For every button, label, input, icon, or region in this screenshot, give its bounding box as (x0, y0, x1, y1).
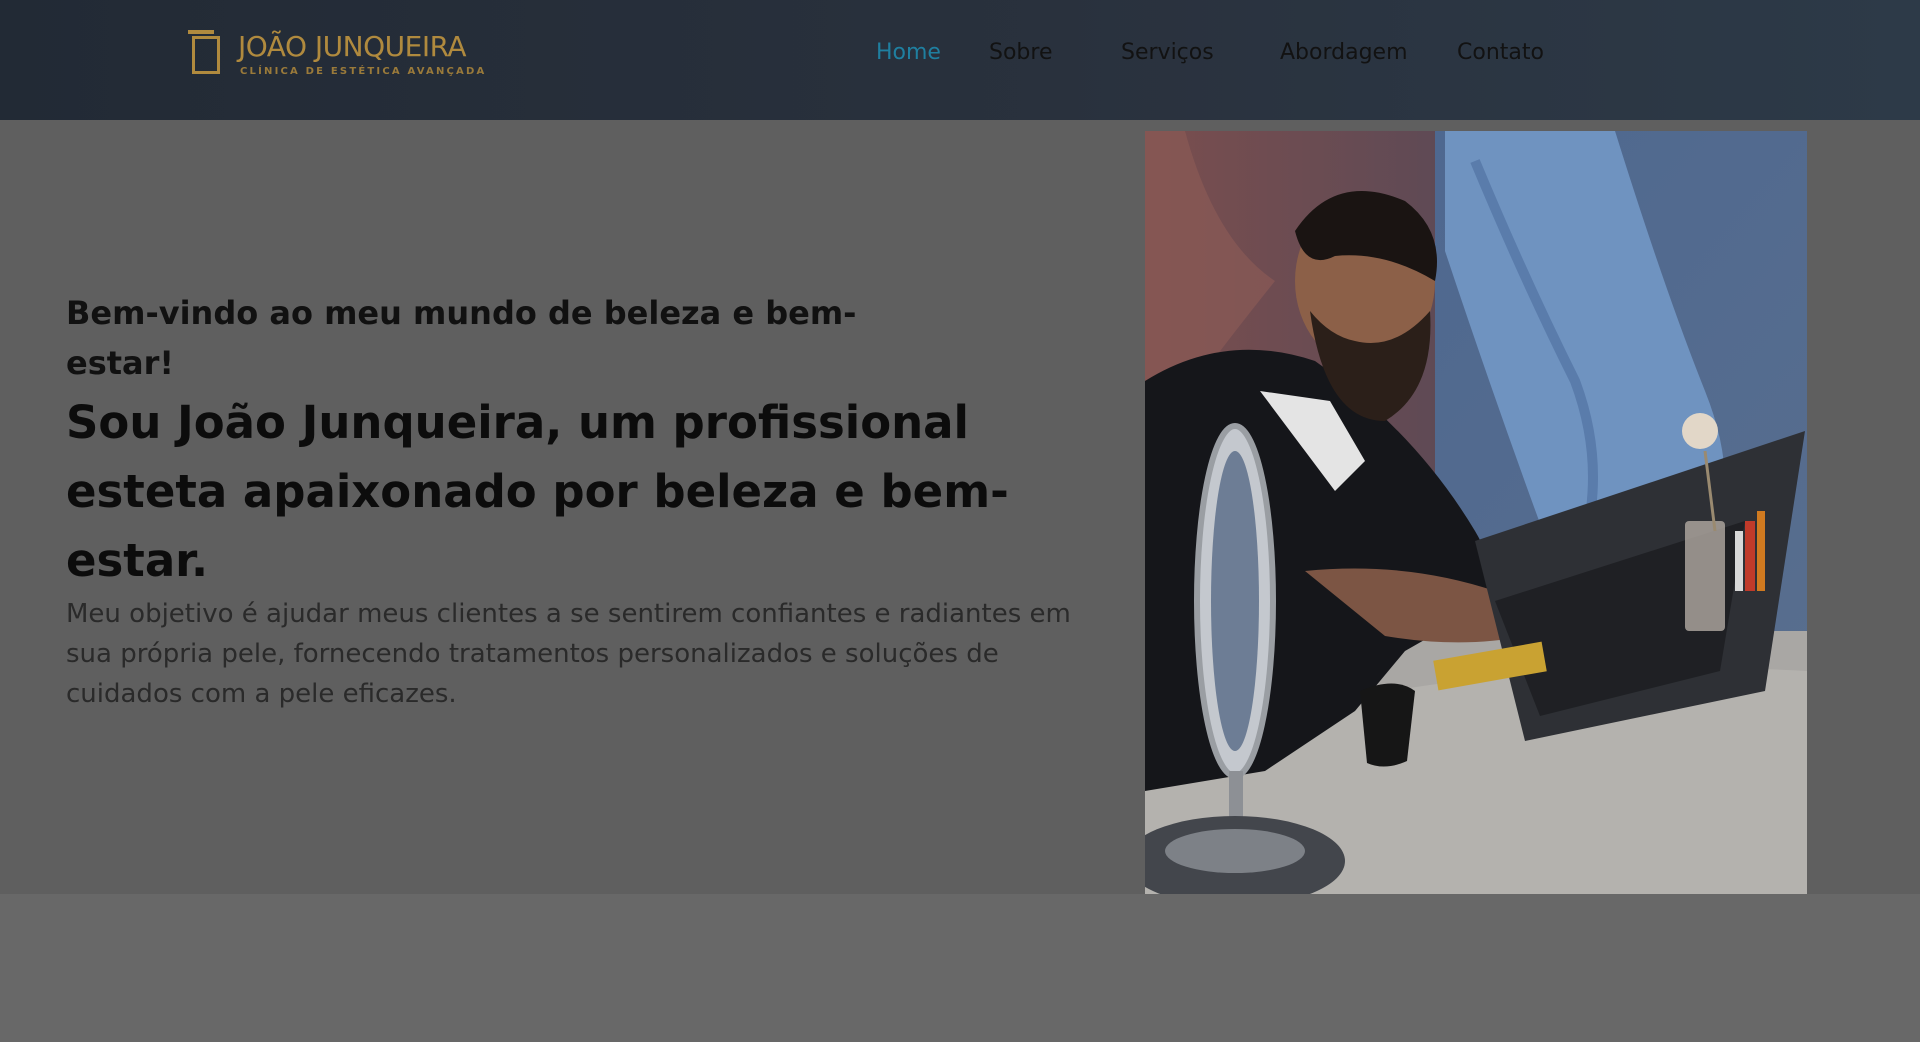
nav-contato[interactable]: Contato (1457, 40, 1544, 65)
nav-sobre[interactable]: Sobre (989, 40, 1053, 65)
welcome-heading: Bem-vindo ao meu mundo de beleza e bem-e… (66, 294, 857, 382)
hero-intro: Meu objetivo é ajudar meus clientes a se… (66, 599, 1071, 709)
page-bottom-band (0, 894, 1920, 1042)
hero-headline: Sou João Junqueira, um profissional este… (66, 396, 1009, 587)
logo-mark-icon (188, 30, 224, 76)
nav-home[interactable]: Home (876, 40, 941, 65)
logo-name: JOÃO JUNQUEIRA (238, 30, 467, 63)
nav-servicos[interactable]: Serviços (1121, 40, 1214, 65)
logo-tagline: CLÍNICA DE ESTÉTICA AVANÇADA (240, 66, 487, 77)
hero-section: Bem-vindo ao meu mundo de beleza e bem-e… (0, 120, 1920, 894)
site-header: JOÃO JUNQUEIRA CLÍNICA DE ESTÉTICA AVANÇ… (0, 0, 1920, 120)
brand-logo[interactable]: JOÃO JUNQUEIRA CLÍNICA DE ESTÉTICA AVANÇ… (188, 26, 518, 86)
nav-abordagem[interactable]: Abordagem (1280, 40, 1408, 65)
profile-photo (1145, 131, 1807, 894)
